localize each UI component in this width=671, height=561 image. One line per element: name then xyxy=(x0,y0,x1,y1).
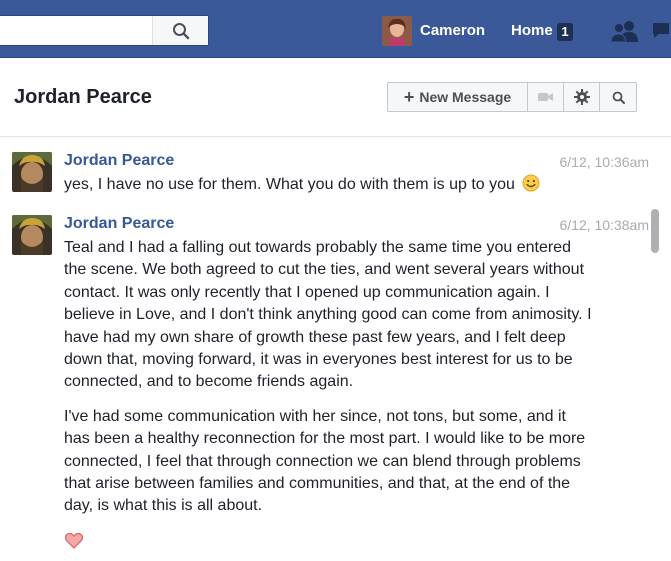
user-avatar[interactable] xyxy=(382,16,412,46)
home-notification-badge: 1 xyxy=(557,23,573,41)
new-message-label: New Message xyxy=(419,89,512,105)
message-text: yes, I have no use for them. What you do… xyxy=(64,174,594,196)
friend-requests-icon[interactable] xyxy=(610,20,640,42)
heart-icon[interactable] xyxy=(64,531,84,551)
sender-name[interactable]: Jordan Pearce xyxy=(64,215,174,233)
sender-avatar[interactable] xyxy=(12,152,52,192)
search-conversation-button[interactable] xyxy=(600,82,637,112)
gear-icon xyxy=(573,89,590,105)
plus-icon: + xyxy=(403,87,415,107)
messages-icon[interactable] xyxy=(651,20,671,42)
message-paragraph: Teal and I had a falling out towards pro… xyxy=(64,239,592,391)
smiley-icon xyxy=(522,174,540,192)
home-link[interactable]: Home xyxy=(511,22,553,39)
conversation-actions: + New Message xyxy=(387,82,637,112)
message-text: Teal and I had a falling out towards pro… xyxy=(64,237,594,530)
home-count-value: 1 xyxy=(557,23,573,41)
settings-button[interactable] xyxy=(564,82,600,112)
user-name-link[interactable]: Cameron xyxy=(420,22,485,39)
search-icon xyxy=(172,22,189,39)
message-timestamp: 6/12, 10:38am xyxy=(559,217,649,233)
conversation-title: Jordan Pearce xyxy=(14,86,152,108)
user-avatar-image xyxy=(382,16,412,46)
sender-avatar-image xyxy=(12,215,52,255)
sender-avatar[interactable] xyxy=(12,215,52,255)
video-camera-icon xyxy=(537,93,553,101)
conversation-header: Jordan Pearce + New Message xyxy=(0,59,671,137)
search-input[interactable] xyxy=(0,16,152,45)
video-call-button[interactable] xyxy=(528,82,564,112)
new-message-button[interactable]: + New Message xyxy=(387,82,528,112)
search-box xyxy=(0,15,209,46)
sender-name[interactable]: Jordan Pearce xyxy=(64,152,174,170)
thread-scrollbar[interactable] xyxy=(651,209,659,253)
top-navigation-bar: Cameron Home 1 xyxy=(0,0,671,58)
search-icon xyxy=(612,91,625,104)
search-button[interactable] xyxy=(152,16,208,45)
message-paragraph: I've had some communication with her sin… xyxy=(64,407,586,515)
message-timestamp: 6/12, 10:36am xyxy=(559,154,649,170)
sender-avatar-image xyxy=(12,152,52,192)
message-text-content: yes, I have no use for them. What you do… xyxy=(64,176,515,193)
